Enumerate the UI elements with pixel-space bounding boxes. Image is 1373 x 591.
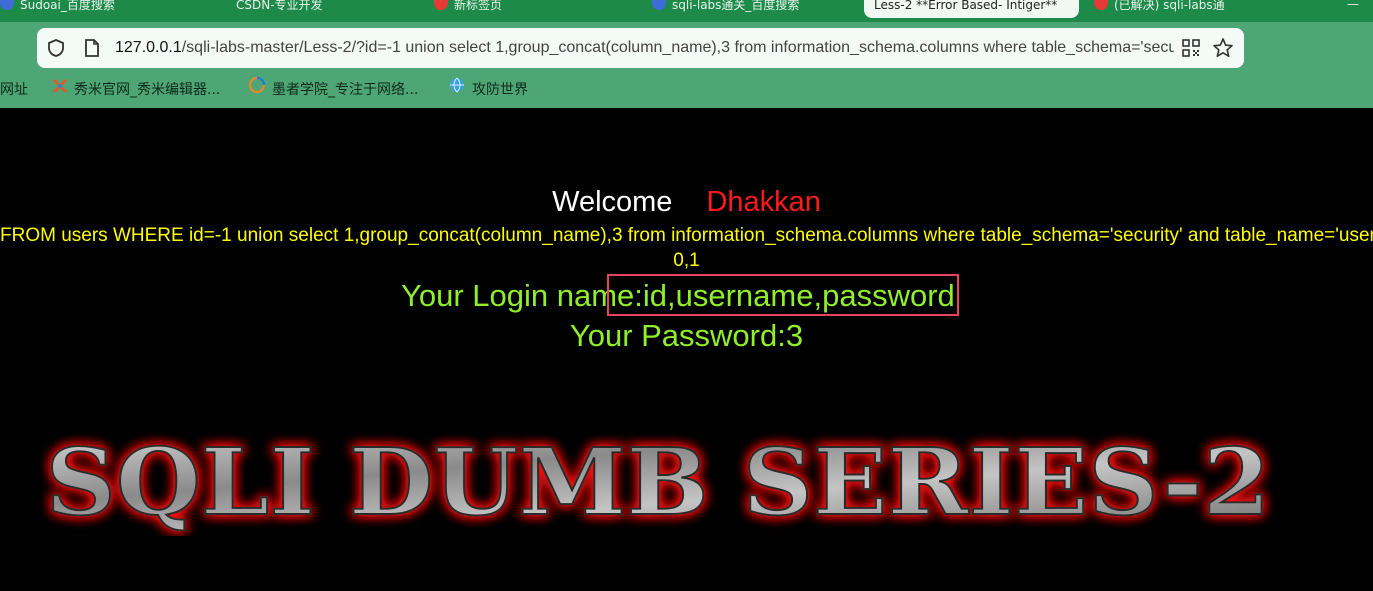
bookmark-label: 秀米官网_秀米编辑器... [74, 82, 221, 98]
highlight-box [607, 274, 959, 316]
bookmark-xiumi[interactable]: 秀米官网_秀米编辑器... [52, 72, 220, 108]
page-content: Welcome Dhakkan FROM users WHERE id=-1 un… [0, 108, 1373, 591]
new-tab-icon [434, 0, 448, 10]
sql-query-line: FROM users WHERE id=-1 union select 1,gr… [0, 225, 1373, 247]
tab-label: 新标签页 [454, 0, 503, 12]
url-text[interactable]: 127.0.0.1/sqli-labs-master/Less-2/?id=-1… [115, 28, 1174, 68]
sql-query-text: FROM users WHERE id=-1 union select 1,gr… [0, 225, 1373, 246]
csdn-icon [216, 0, 230, 10]
bookmark-mozhe[interactable]: 墨者学院_专注于网络... [248, 72, 418, 108]
login-name-label: Your Login name [401, 278, 635, 313]
password-value: 3 [785, 318, 804, 353]
tab-label: Less-2 **Error Based- Intiger** [874, 0, 1058, 12]
welcome-line: Welcome Dhakkan [0, 186, 1373, 219]
baidu-icon [652, 0, 666, 10]
bookmarks-bar: 网址 秀米官网_秀米编辑器... 墨者学院_专注于网络... 攻防世界 [0, 72, 1373, 108]
shield-icon[interactable] [45, 37, 67, 59]
password-label: Your Password: [569, 318, 786, 353]
tab-baidu-sudoai[interactable]: Sudoai_百度搜索 [0, 0, 140, 18]
xiumi-icon [52, 72, 68, 108]
username-dhakkan: Dhakkan [706, 186, 821, 218]
bookmark-wangzhi[interactable]: 网址 [0, 72, 28, 108]
tab-sqli-search[interactable]: sqli-labs通关_百度搜索 [652, 0, 842, 18]
address-bar[interactable]: 127.0.0.1/sqli-labs-master/Less-2/?id=-1… [37, 28, 1244, 68]
url-path: /sqli-labs-master/Less-2/?id=-1 union se… [181, 39, 1174, 56]
browser-toolbar: 127.0.0.1/sqli-labs-master/Less-2/?id=-1… [0, 22, 1373, 72]
tab-label: CSDN-专业开发 [236, 0, 323, 12]
tab-label: sqli-labs通关_百度搜索 [672, 0, 800, 12]
tab-bar: Sudoai_百度搜索 CSDN-专业开发 新标签页 sqli-labs通关_百… [0, 0, 1373, 22]
bookmark-gongfang[interactable]: 攻防世界 [448, 72, 528, 108]
page-icon[interactable] [81, 37, 103, 59]
url-host: 127.0.0.1 [115, 39, 182, 56]
bookmark-label: 攻防世界 [472, 82, 528, 98]
bookmark-label: 墨者学院_专注于网络... [272, 82, 419, 98]
bookmark-label: 网址 [0, 82, 28, 98]
mozhe-icon [248, 72, 266, 108]
banner-text: SQLI DUMB SERIES-2 [46, 428, 1271, 536]
tab-less-2-active[interactable]: Less-2 **Error Based- Intiger** [864, 0, 1079, 18]
globe-icon [448, 72, 466, 108]
csdn-c-icon [1094, 0, 1108, 10]
tab-label: Sudoai_百度搜索 [20, 0, 115, 12]
star-bookmark-icon[interactable] [1212, 37, 1234, 59]
qr-code-icon[interactable] [1180, 37, 1202, 59]
tab-label: (已解决) sqli-labs通 [1114, 0, 1225, 12]
tab-csdn[interactable]: CSDN-专业开发 [216, 0, 376, 18]
minimize-icon[interactable]: — [1347, 0, 1359, 10]
sql-query-tail: 0,1 [673, 250, 700, 271]
tab-new[interactable]: 新标签页 [434, 0, 594, 18]
tab-solved[interactable]: (已解决) sqli-labs通 [1094, 0, 1284, 18]
baidu-icon [0, 0, 14, 10]
sqli-dumb-series-banner: SQLI DUMB SERIES-2 [45, 427, 1272, 536]
welcome-text: Welcome [552, 186, 673, 218]
password-line: Your Password:3 [0, 316, 1373, 356]
